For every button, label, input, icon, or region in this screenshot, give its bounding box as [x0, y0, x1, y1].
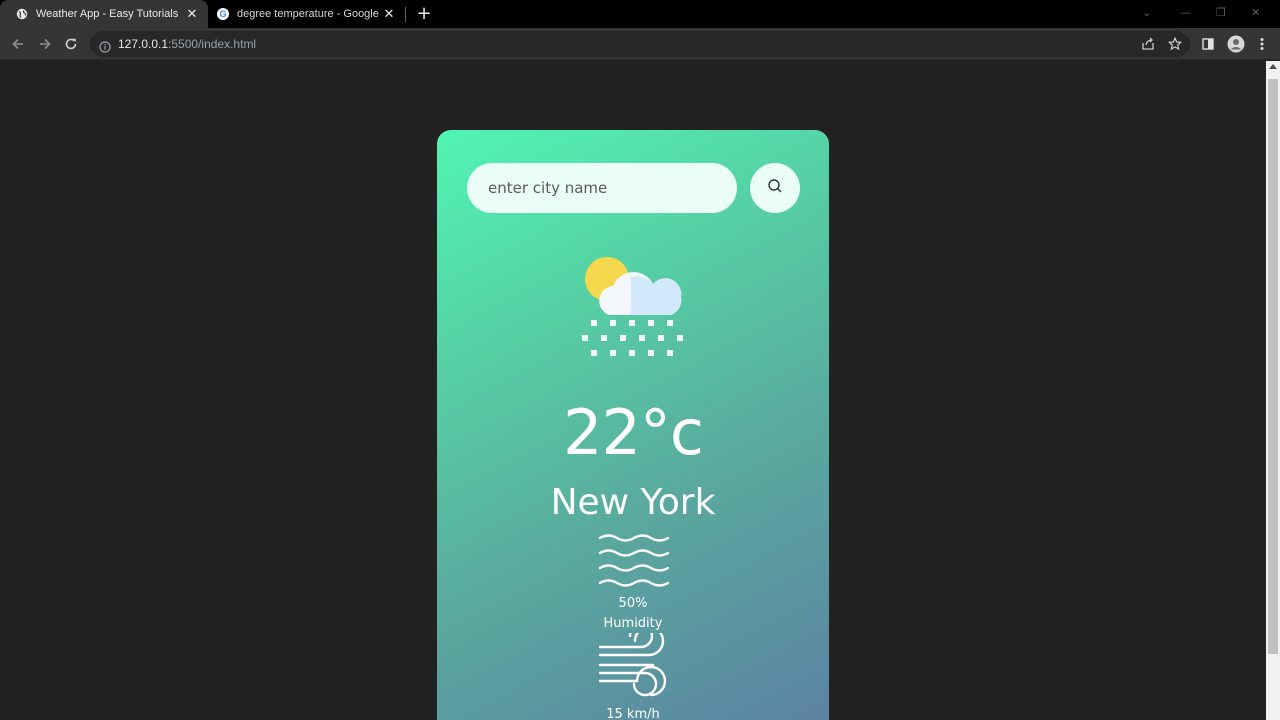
tab-title: Weather App - Easy Tutorials	[36, 8, 179, 20]
tab-google-search[interactable]: G degree temperature - Google Se ✕	[209, 0, 405, 28]
temperature: 22°c	[563, 396, 704, 469]
page-viewport: 22°c New York 50% Humidity	[0, 61, 1266, 720]
minimize-icon[interactable]: —	[1180, 6, 1191, 19]
humidity-value: 50%	[618, 596, 648, 611]
profile-avatar-icon[interactable]	[1227, 35, 1245, 53]
weather-card: 22°c New York 50% Humidity	[437, 130, 829, 720]
city-search-input[interactable]	[467, 163, 737, 213]
tab-title: degree temperature - Google Se	[237, 8, 381, 20]
reload-icon[interactable]	[62, 35, 80, 53]
city-name: New York	[550, 482, 716, 523]
close-icon[interactable]: ✕	[381, 6, 397, 22]
bookmark-star-icon[interactable]	[1166, 35, 1184, 53]
url-text: 127.0.0.1:5500/index.html	[118, 37, 256, 51]
search-bar	[467, 163, 801, 213]
back-arrow-icon[interactable]	[9, 35, 27, 53]
wind-speed-value: 15 km/h	[606, 707, 660, 720]
humidity-label: Humidity	[603, 616, 663, 631]
search-icon	[767, 178, 783, 198]
kebab-menu-icon[interactable]	[1253, 35, 1271, 53]
url-host: 127.0.0.1	[118, 37, 169, 51]
scroll-thumb[interactable]	[1268, 79, 1278, 654]
globe-icon	[16, 8, 28, 20]
svg-text:G: G	[219, 9, 226, 19]
close-icon[interactable]: ✕	[184, 6, 200, 22]
restore-icon[interactable]: ❐	[1216, 6, 1226, 19]
wind-icon	[597, 623, 669, 699]
search-button[interactable]	[750, 163, 800, 213]
humidity-waves-icon	[597, 533, 670, 587]
tab-weather-app[interactable]: Weather App - Easy Tutorials ✕	[0, 0, 208, 28]
browser-toolbar: 127.0.0.1:5500/index.html	[0, 28, 1280, 60]
browser-tab-strip: Weather App - Easy Tutorials ✕ G degree …	[0, 0, 1280, 28]
url-path: :5500/index.html	[168, 37, 257, 51]
forward-arrow-icon[interactable]	[36, 35, 54, 53]
share-icon[interactable]	[1139, 35, 1157, 53]
tab-separator	[405, 7, 406, 22]
site-info-icon[interactable]	[99, 38, 111, 53]
sun-cloud-snow-icon	[581, 257, 685, 361]
page-scrollbar[interactable]	[1266, 61, 1280, 720]
address-bar[interactable]: 127.0.0.1:5500/index.html	[90, 31, 1190, 57]
new-tab-plus-icon[interactable]: +	[414, 5, 434, 23]
window-close-icon[interactable]: ✕	[1251, 6, 1260, 19]
google-icon: G	[217, 8, 229, 20]
tab-search-chevron-icon[interactable]: ⌄	[1142, 6, 1151, 19]
side-panel-icon[interactable]	[1199, 35, 1217, 53]
scroll-up-arrow-icon[interactable]	[1269, 64, 1277, 69]
